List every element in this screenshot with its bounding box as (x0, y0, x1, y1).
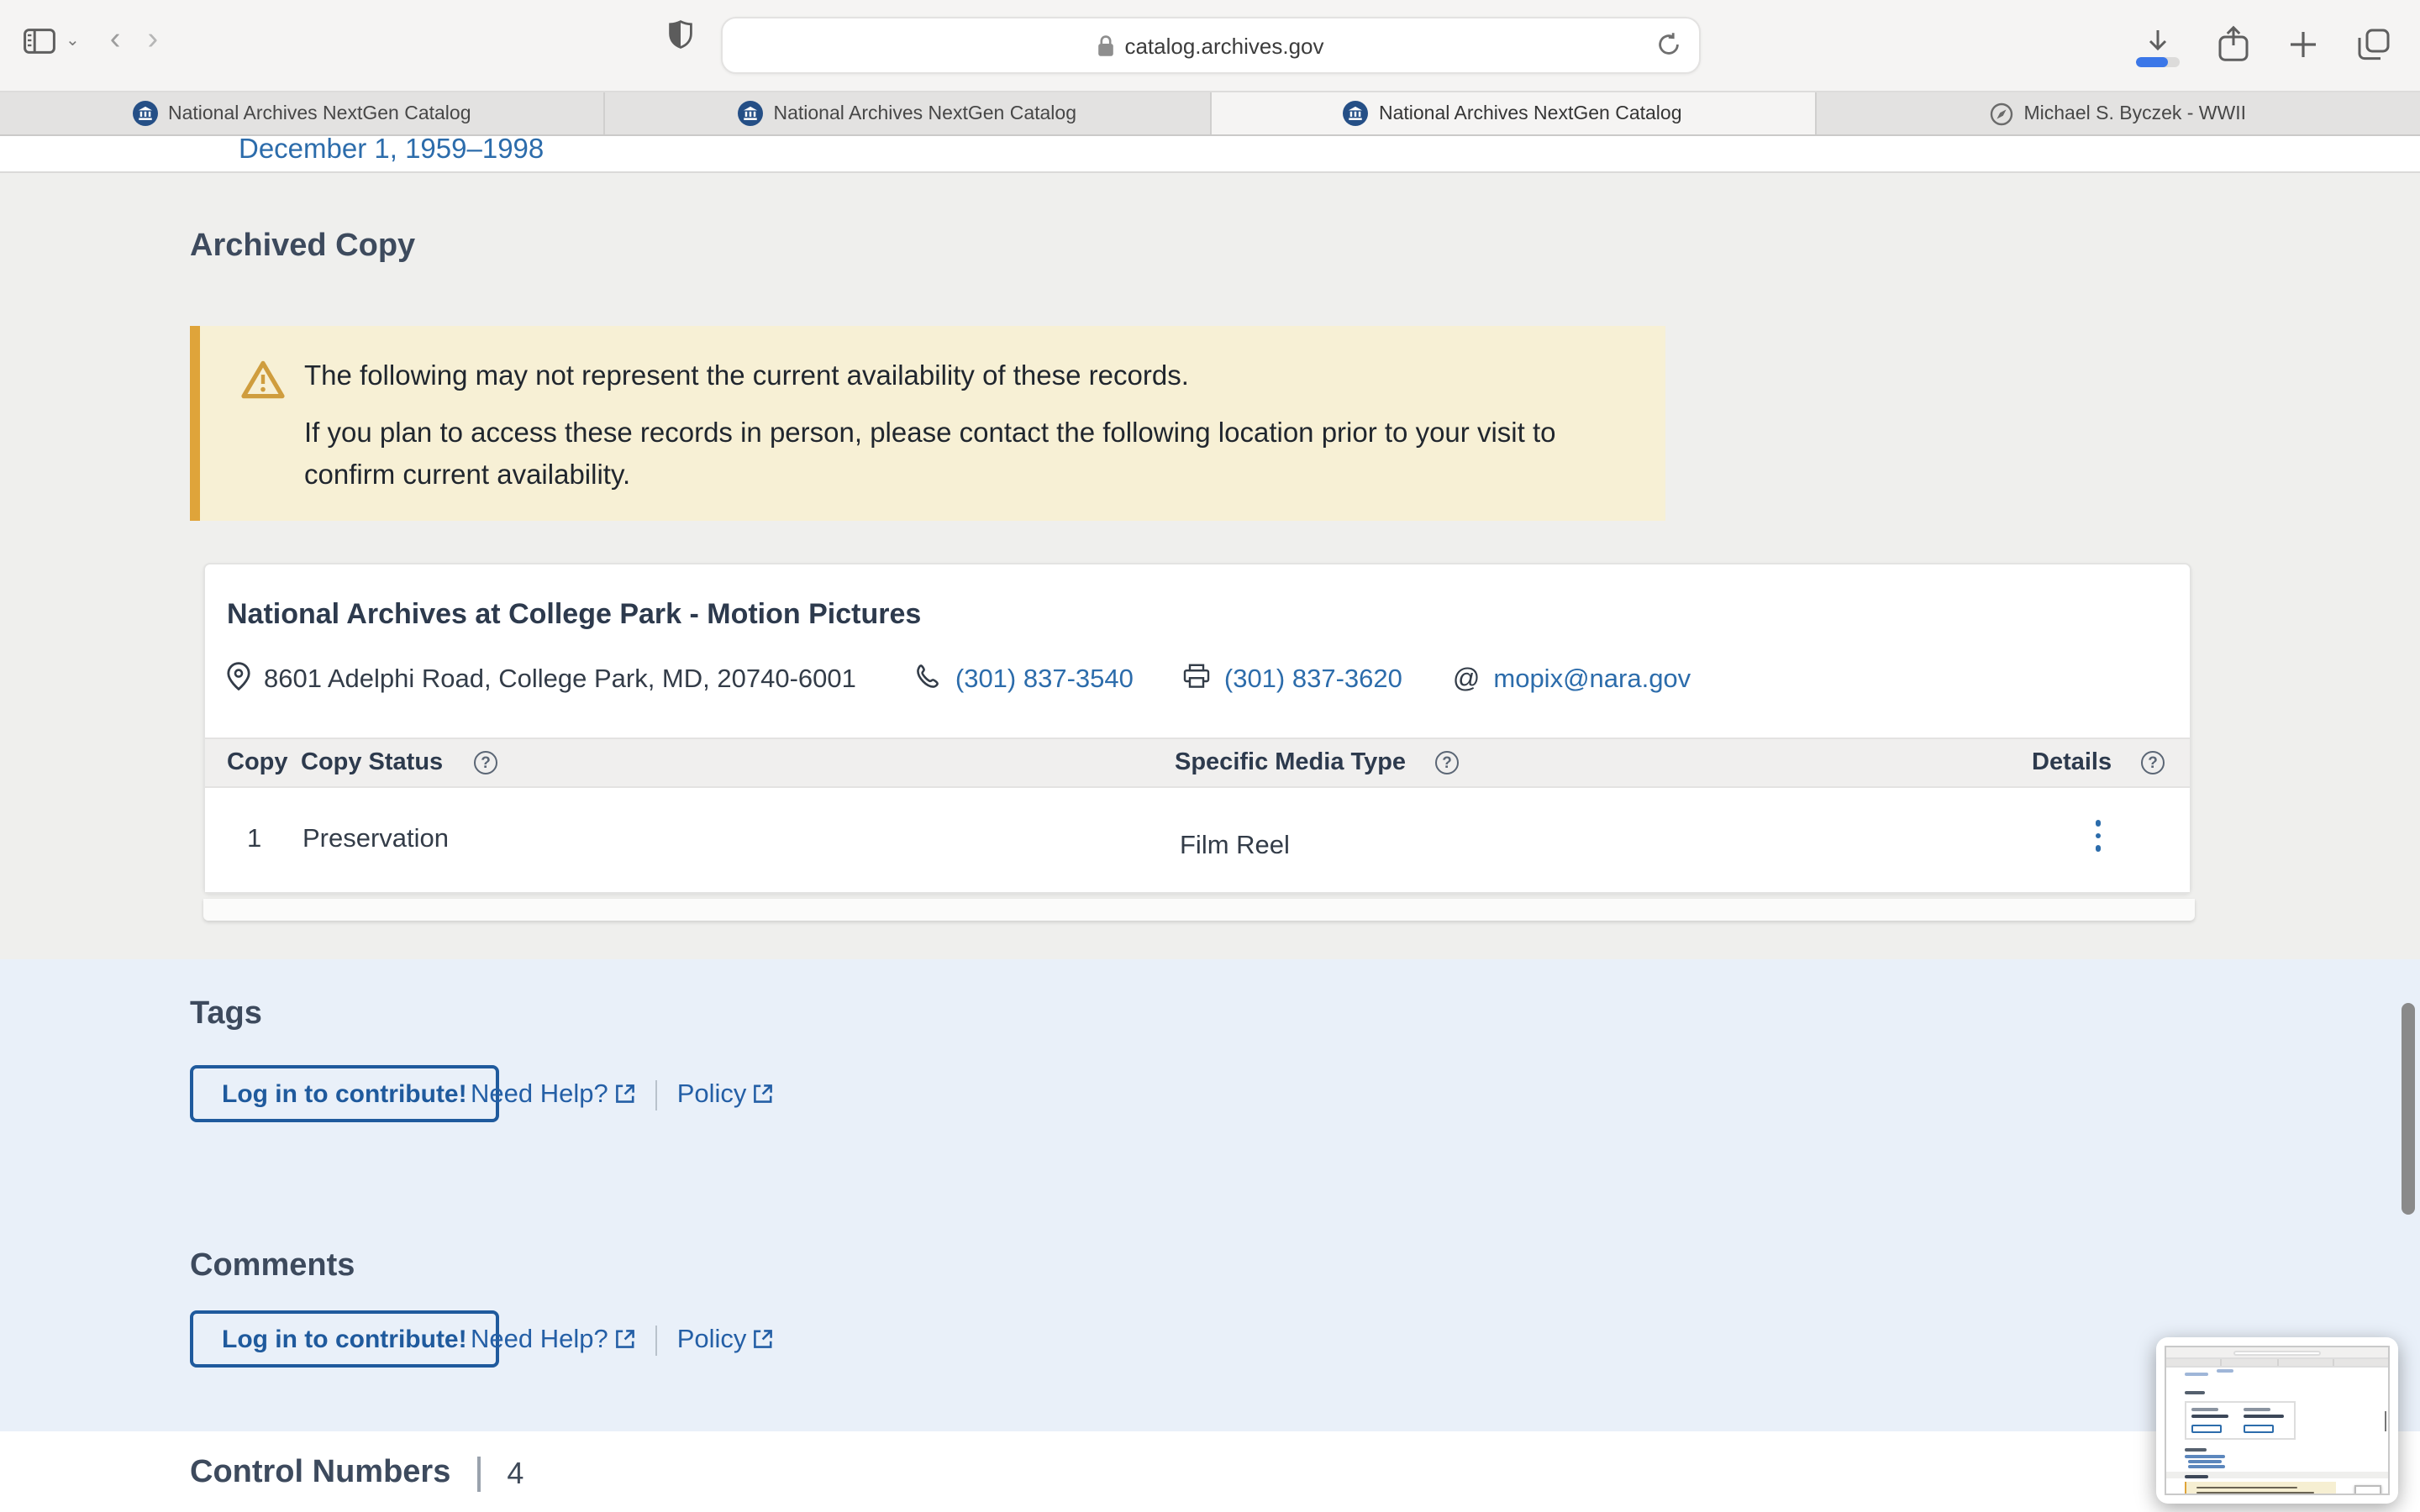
download-progress-bar (2136, 57, 2180, 67)
control-numbers-section: Control Numbers 4 (0, 1431, 2420, 1512)
cell-copy-number: 1 (247, 825, 261, 855)
warning-triangle-icon (240, 360, 286, 408)
location-pin-icon (227, 662, 250, 699)
comments-policy-link[interactable]: Policy (677, 1326, 774, 1356)
contribution-section: Tags Log in to contribute! Need Help? Po… (0, 959, 2420, 1431)
address-bar[interactable]: catalog.archives.gov (721, 17, 1701, 74)
external-link-icon (753, 1329, 773, 1349)
location-name: National Archives at College Park - Moti… (227, 598, 921, 632)
tab-title: Michael S. Byczek - WWII (2023, 103, 2246, 123)
compass-favicon-icon (1990, 102, 2013, 125)
phone-icon (917, 664, 942, 697)
cell-specific-media-type: Film Reel (1180, 832, 1290, 862)
location-address: 8601 Adelphi Road, College Park, MD, 207… (264, 665, 856, 696)
row-actions-kebab-menu[interactable] (2095, 820, 2101, 851)
comments-login-button[interactable]: Log in to contribute! (190, 1310, 499, 1368)
mini-warning-banner (2185, 1482, 2336, 1495)
tab-title: National Archives NextGen Catalog (168, 103, 471, 123)
creator-date-link[interactable]: December 1, 1959–1998 (239, 134, 544, 166)
mini-part-of-card (2185, 1401, 2296, 1440)
phone-link[interactable]: (301) 837-3540 (955, 665, 1134, 696)
lock-icon (1097, 34, 1114, 56)
tab-bar: National Archives NextGen Catalog Nation… (0, 92, 2420, 136)
column-copy-status: Copy Status (301, 749, 443, 776)
comments-help-links: Need Help? Policy (471, 1326, 773, 1356)
tags-need-help-link[interactable]: Need Help? (471, 1080, 635, 1110)
tab-3-active[interactable]: National Archives NextGen Catalog (1211, 92, 1817, 134)
archives-favicon-icon (1344, 101, 1369, 126)
forward-button[interactable]: › (147, 22, 158, 59)
copies-table-header: Copy Copy Status ? Specific Media Type ?… (205, 738, 2190, 788)
tab-2[interactable]: National Archives NextGen Catalog (606, 92, 1212, 134)
share-icon[interactable] (2218, 25, 2249, 62)
fax-icon (1184, 664, 1211, 697)
tab-4[interactable]: Michael S. Byczek - WWII (1817, 92, 2420, 134)
control-numbers-heading: Control Numbers (190, 1455, 450, 1492)
archived-copy-heading: Archived Copy (190, 228, 415, 265)
fax-link[interactable]: (301) 837-3620 (1224, 665, 1402, 696)
browser-toolbar: ⌄ ‹ › catalog.archives.gov (0, 0, 2420, 92)
external-link-icon (615, 1084, 635, 1104)
column-copy: Copy (227, 749, 288, 776)
external-link-icon (615, 1329, 635, 1349)
creator-strip: December 1, 1959–1998 (0, 136, 2420, 173)
contact-row: 8601 Adelphi Road, College Park, MD, 207… (227, 662, 1907, 699)
url-text: catalog.archives.gov (1124, 33, 1323, 58)
tab-title: National Archives NextGen Catalog (1379, 103, 1682, 123)
browser-window: ⌄ ‹ › catalog.archives.gov (0, 0, 2420, 1512)
column-specific-media-type: Specific Media Type (1175, 749, 1406, 776)
email-link[interactable]: mopix@nara.gov (1493, 665, 1691, 696)
control-numbers-count: 4 (507, 1456, 523, 1491)
link-divider (655, 1080, 657, 1110)
back-button[interactable]: ‹ (110, 22, 121, 59)
specific-media-type-help-icon[interactable]: ? (1435, 751, 1459, 774)
vertical-scrollbar-thumb[interactable] (2402, 1003, 2415, 1215)
page-content: December 1, 1959–1998 Archived Copy The … (0, 136, 2420, 1512)
tags-help-links: Need Help? Policy (471, 1080, 773, 1110)
screenshot-preview-content (2165, 1346, 2390, 1495)
downloads-button[interactable] (2138, 18, 2178, 69)
warning-text-line1: The following may not represent the curr… (304, 356, 1598, 398)
archives-favicon-icon (738, 101, 763, 126)
sidebar-chevron-down-icon[interactable]: ⌄ (66, 31, 80, 50)
mini-nested-thumbnail (2354, 1485, 2381, 1495)
tags-login-button[interactable]: Log in to contribute! (190, 1065, 499, 1122)
details-help-icon[interactable]: ? (2141, 751, 2165, 774)
table-row: 1 Preservation Film Reel (205, 788, 2190, 892)
reload-icon[interactable] (1657, 32, 1681, 62)
comments-need-help-link[interactable]: Need Help? (471, 1326, 635, 1356)
tab-title: National Archives NextGen Catalog (773, 103, 1076, 123)
table-footer-strip (203, 899, 2195, 921)
tags-policy-link[interactable]: Policy (677, 1080, 774, 1110)
email-at-icon: @ (1453, 665, 1481, 696)
content-blocker-shield-icon[interactable] (669, 20, 692, 57)
tab-1[interactable]: National Archives NextGen Catalog (0, 92, 606, 134)
warning-text-line2: If you plan to access these records in p… (304, 413, 1598, 497)
tags-heading: Tags (190, 996, 262, 1033)
copy-status-help-icon[interactable]: ? (474, 751, 497, 774)
new-tab-button[interactable] (2289, 29, 2317, 58)
archived-copy-section: Archived Copy The following may not repr… (0, 173, 2420, 959)
screenshot-preview-thumbnail[interactable] (2156, 1337, 2398, 1504)
external-link-icon (753, 1084, 773, 1104)
comments-heading: Comments (190, 1248, 355, 1285)
availability-warning-banner: The following may not represent the curr… (190, 326, 1665, 521)
link-divider (655, 1326, 657, 1356)
tab-overview-button[interactable] (2358, 28, 2390, 60)
cell-copy-status: Preservation (302, 825, 449, 855)
column-details: Details (2032, 749, 2112, 776)
heading-divider (477, 1456, 480, 1491)
location-card: National Archives at College Park - Moti… (203, 563, 2191, 894)
archives-favicon-icon (133, 101, 158, 126)
sidebar-toggle-icon[interactable] (24, 28, 55, 53)
